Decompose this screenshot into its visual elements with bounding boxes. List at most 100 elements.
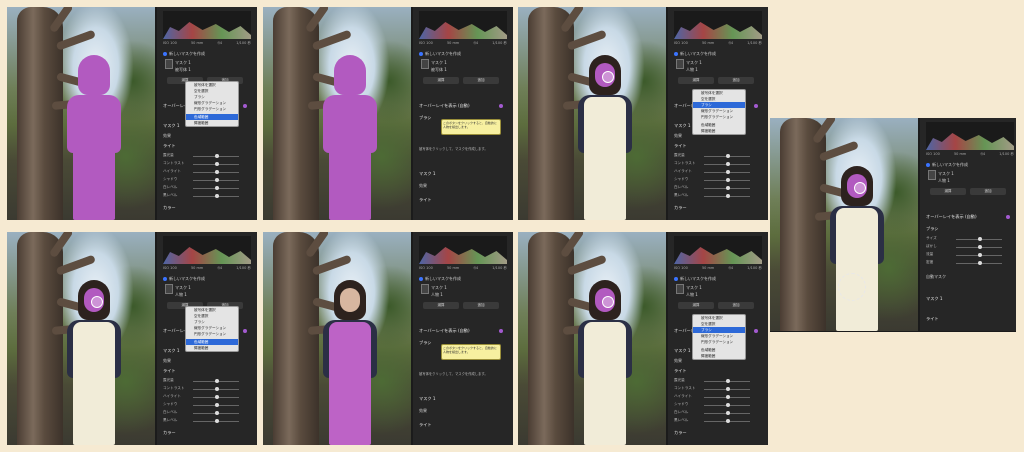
slider-knob[interactable]: [726, 403, 730, 407]
mask-thumbnail[interactable]: [165, 284, 173, 294]
light-section[interactable]: ライト: [926, 316, 1014, 323]
overlay-color-swatch[interactable]: [499, 104, 503, 108]
light-section[interactable]: ライト: [419, 197, 507, 204]
overlay-color-swatch[interactable]: [754, 329, 758, 333]
brush-slider[interactable]: サイズ: [926, 236, 1014, 242]
light-section[interactable]: ライト: [163, 368, 251, 375]
brush-slider[interactable]: 密度: [926, 260, 1014, 266]
add-button[interactable]: 追加: [970, 188, 1006, 195]
adjust-slider[interactable]: 白レベル: [163, 410, 251, 416]
light-section[interactable]: ライト: [674, 143, 762, 150]
adjust-slider[interactable]: 白レベル: [674, 185, 762, 191]
slider-knob[interactable]: [726, 178, 730, 182]
slider-knob[interactable]: [726, 170, 730, 174]
slider-knob[interactable]: [215, 194, 219, 198]
slider-knob[interactable]: [726, 387, 730, 391]
color-section[interactable]: カラー: [163, 205, 251, 212]
mask-pin-marker[interactable]: [91, 296, 103, 308]
adjust-slider[interactable]: シャドウ: [163, 177, 251, 183]
slider-knob[interactable]: [215, 387, 219, 391]
adjust-slider[interactable]: シャドウ: [163, 402, 251, 408]
adjust-slider[interactable]: コントラスト: [163, 161, 251, 167]
auto-mask-toggle[interactable]: 自動マスク: [926, 274, 1014, 280]
light-section[interactable]: ライト: [419, 422, 507, 429]
add-button[interactable]: 追加: [718, 302, 754, 309]
slider-knob[interactable]: [215, 178, 219, 182]
overlay-section-header[interactable]: オーバーレイを表示 (自動): [926, 214, 1014, 221]
slider-knob[interactable]: [215, 154, 219, 158]
adjust-slider[interactable]: 露光量: [674, 378, 762, 384]
adjust-slider[interactable]: ハイライト: [163, 394, 251, 400]
mask-pin-marker[interactable]: [602, 71, 614, 83]
slider-knob[interactable]: [726, 162, 730, 166]
slider-knob[interactable]: [215, 379, 219, 383]
adjust-slider[interactable]: 露光量: [163, 378, 251, 384]
photo-canvas[interactable]: [518, 232, 666, 445]
slider-knob[interactable]: [726, 419, 730, 423]
adjust-slider[interactable]: コントラスト: [674, 161, 762, 167]
adjust-slider[interactable]: コントラスト: [674, 386, 762, 392]
slider-knob[interactable]: [215, 411, 219, 415]
adjust-slider[interactable]: 露光量: [674, 153, 762, 159]
color-section[interactable]: カラー: [163, 430, 251, 437]
photo-canvas[interactable]: [518, 7, 666, 220]
overlay-color-swatch[interactable]: [243, 329, 247, 333]
slider-knob[interactable]: [978, 237, 982, 241]
photo-canvas[interactable]: [7, 232, 155, 445]
subtract-button[interactable]: 減算: [423, 77, 459, 84]
mask-thumbnail[interactable]: [165, 59, 173, 69]
adjust-slider[interactable]: 黒レベル: [674, 193, 762, 199]
light-section[interactable]: ライト: [163, 143, 251, 150]
slider-knob[interactable]: [978, 253, 982, 257]
subtract-button[interactable]: 減算: [678, 77, 714, 84]
menu-item[interactable]: 輝度範囲: [186, 120, 238, 126]
adjust-slider[interactable]: コントラスト: [163, 386, 251, 392]
slider-knob[interactable]: [215, 170, 219, 174]
menu-item[interactable]: 輝度範囲: [186, 345, 238, 351]
mask-thumbnail[interactable]: [928, 170, 936, 180]
slider-knob[interactable]: [978, 245, 982, 249]
mask-thumbnail[interactable]: [421, 59, 429, 69]
color-section[interactable]: カラー: [674, 205, 762, 212]
subtract-button[interactable]: 減算: [423, 302, 459, 309]
slider-knob[interactable]: [215, 419, 219, 423]
slider-knob[interactable]: [726, 395, 730, 399]
mask-pin-marker[interactable]: [602, 296, 614, 308]
adjust-slider[interactable]: シャドウ: [674, 402, 762, 408]
slider-knob[interactable]: [215, 403, 219, 407]
add-button[interactable]: 追加: [463, 302, 499, 309]
mask-pin-marker[interactable]: [854, 182, 866, 194]
adjust-slider[interactable]: ハイライト: [163, 169, 251, 175]
adjust-slider[interactable]: シャドウ: [674, 177, 762, 183]
overlay-color-swatch[interactable]: [1006, 215, 1010, 219]
brush-slider[interactable]: ぼかし: [926, 244, 1014, 250]
slider-knob[interactable]: [726, 379, 730, 383]
adjust-slider[interactable]: 黒レベル: [163, 418, 251, 424]
adjust-slider[interactable]: 白レベル: [163, 185, 251, 191]
overlay-color-swatch[interactable]: [243, 104, 247, 108]
mask-thumbnail[interactable]: [676, 59, 684, 69]
brush-slider[interactable]: 流量: [926, 252, 1014, 258]
adjust-slider[interactable]: 露光量: [163, 153, 251, 159]
overlay-color-swatch[interactable]: [499, 329, 503, 333]
slider-knob[interactable]: [726, 194, 730, 198]
menu-item[interactable]: 輝度範囲: [693, 128, 745, 134]
adjust-slider[interactable]: ハイライト: [674, 169, 762, 175]
slider-knob[interactable]: [726, 154, 730, 158]
adjust-slider[interactable]: 黒レベル: [163, 193, 251, 199]
color-section[interactable]: カラー: [674, 430, 762, 437]
adjust-slider[interactable]: 白レベル: [674, 410, 762, 416]
adjust-slider[interactable]: ハイライト: [674, 394, 762, 400]
add-button[interactable]: 追加: [718, 77, 754, 84]
subtract-button[interactable]: 減算: [930, 188, 966, 195]
slider-knob[interactable]: [726, 186, 730, 190]
photo-canvas[interactable]: [770, 118, 918, 331]
mask-thumbnail[interactable]: [676, 284, 684, 294]
overlay-section-header[interactable]: オーバーレイを表示 (自動): [419, 328, 507, 335]
slider-knob[interactable]: [726, 411, 730, 415]
adjust-slider[interactable]: 黒レベル: [674, 418, 762, 424]
overlay-color-swatch[interactable]: [754, 104, 758, 108]
slider-knob[interactable]: [215, 186, 219, 190]
mask-thumbnail[interactable]: [421, 284, 429, 294]
light-section[interactable]: ライト: [674, 368, 762, 375]
